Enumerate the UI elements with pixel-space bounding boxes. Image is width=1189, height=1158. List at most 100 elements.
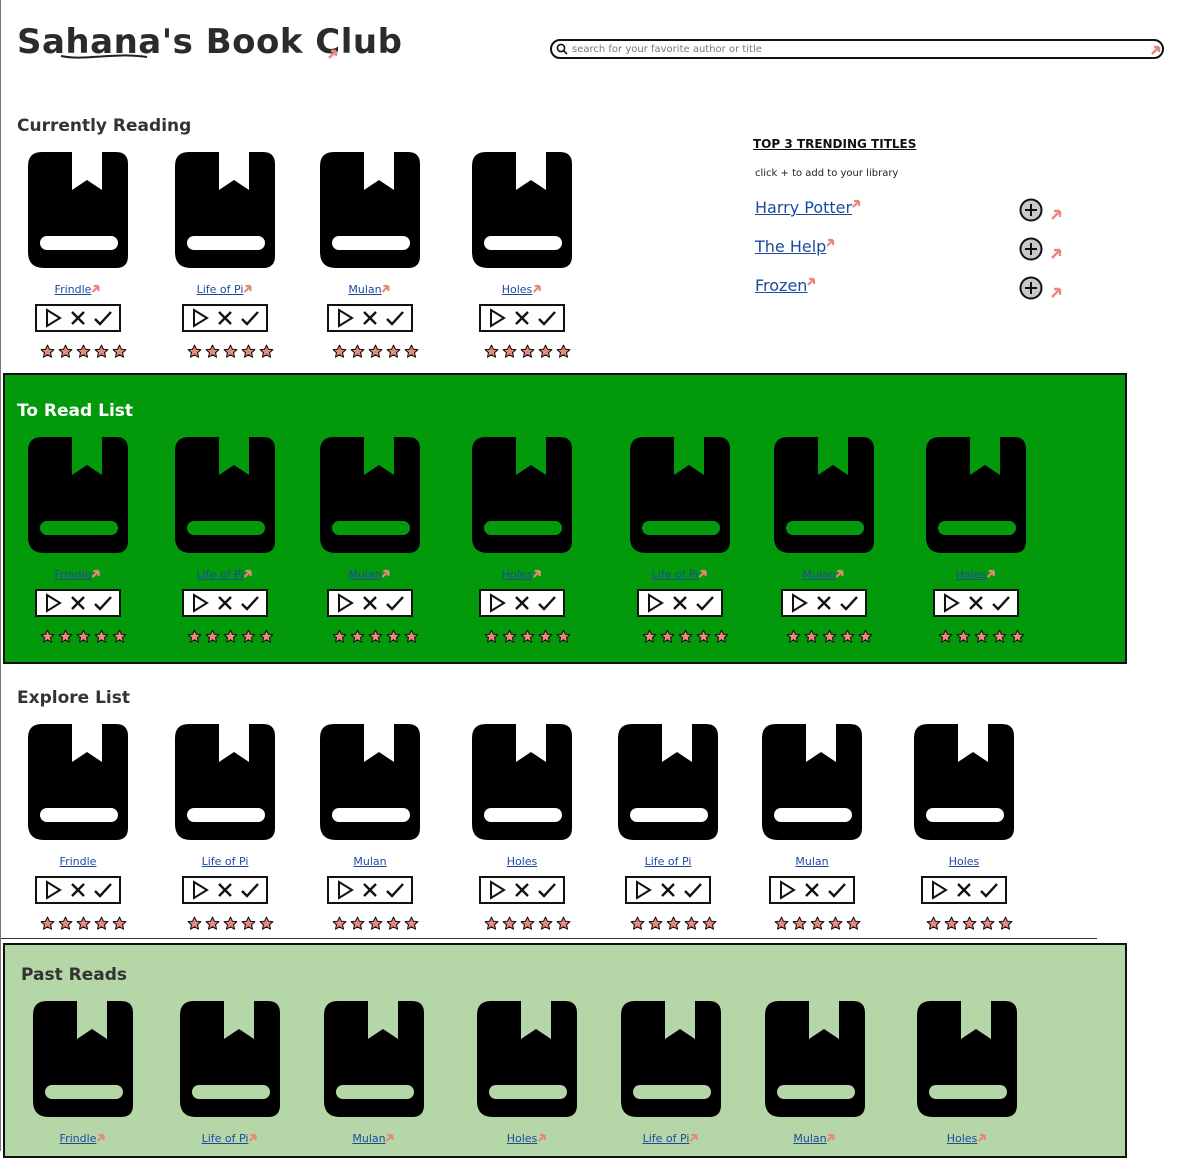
star-icon[interactable] [556, 629, 571, 644]
check-icon[interactable] [93, 593, 113, 613]
star-icon[interactable] [538, 344, 553, 359]
star-icon[interactable] [332, 629, 347, 644]
star-icon[interactable] [502, 916, 517, 931]
x-icon[interactable] [966, 593, 986, 613]
check-icon[interactable] [839, 593, 859, 613]
x-icon[interactable] [215, 880, 235, 900]
star-icon[interactable] [332, 344, 347, 359]
star-icon[interactable] [241, 344, 256, 359]
book-title-link[interactable]: Mulan [795, 855, 828, 868]
x-icon[interactable] [68, 880, 88, 900]
star-icon[interactable] [58, 344, 73, 359]
check-icon[interactable] [683, 880, 703, 900]
star-icon[interactable] [810, 916, 825, 931]
book-title-link[interactable]: Holes [502, 568, 543, 581]
book-title-link[interactable]: Life of Pi [643, 1132, 700, 1145]
star-icon[interactable] [404, 629, 419, 644]
check-icon[interactable] [240, 880, 260, 900]
star-icon[interactable] [40, 916, 55, 931]
book-title-link[interactable]: Holes [956, 568, 997, 581]
book-title-link[interactable]: Holes [507, 1132, 548, 1145]
star-icon[interactable] [205, 629, 220, 644]
star-icon[interactable] [822, 629, 837, 644]
star-icon[interactable] [484, 916, 499, 931]
star-icon[interactable] [502, 344, 517, 359]
star-icon[interactable] [76, 344, 91, 359]
play-icon[interactable] [190, 593, 210, 613]
star-icon[interactable] [332, 916, 347, 931]
x-icon[interactable] [215, 308, 235, 328]
star-icon[interactable] [368, 629, 383, 644]
x-icon[interactable] [512, 880, 532, 900]
trending-title-link[interactable]: The Help [755, 237, 836, 256]
star-icon[interactable] [538, 916, 553, 931]
star-icon[interactable] [112, 916, 127, 931]
star-icon[interactable] [660, 629, 675, 644]
book-title-link[interactable]: Mulan [352, 1132, 395, 1145]
play-icon[interactable] [645, 593, 665, 613]
star-icon[interactable] [696, 629, 711, 644]
check-icon[interactable] [240, 593, 260, 613]
check-icon[interactable] [827, 880, 847, 900]
search-bar[interactable] [550, 39, 1164, 59]
play-icon[interactable] [190, 880, 210, 900]
star-icon[interactable] [630, 916, 645, 931]
book-title-link[interactable]: Mulan [348, 568, 391, 581]
star-icon[interactable] [368, 916, 383, 931]
check-icon[interactable] [537, 593, 557, 613]
x-icon[interactable] [814, 593, 834, 613]
star-icon[interactable] [502, 629, 517, 644]
book-title-link[interactable]: Frindle [60, 1132, 107, 1145]
star-icon[interactable] [962, 916, 977, 931]
star-icon[interactable] [350, 629, 365, 644]
star-icon[interactable] [538, 629, 553, 644]
star-icon[interactable] [223, 344, 238, 359]
star-icon[interactable] [404, 344, 419, 359]
star-icon[interactable] [259, 344, 274, 359]
star-icon[interactable] [792, 916, 807, 931]
check-icon[interactable] [537, 880, 557, 900]
trending-title-link[interactable]: Harry Potter [755, 198, 862, 217]
star-icon[interactable] [956, 629, 971, 644]
check-icon[interactable] [979, 880, 999, 900]
x-icon[interactable] [802, 880, 822, 900]
book-title-link[interactable]: Life of Pi [197, 568, 254, 581]
star-icon[interactable] [786, 629, 801, 644]
star-icon[interactable] [980, 916, 995, 931]
star-icon[interactable] [223, 916, 238, 931]
book-title-link[interactable]: Frindle [55, 568, 102, 581]
star-icon[interactable] [858, 629, 873, 644]
star-icon[interactable] [205, 344, 220, 359]
play-icon[interactable] [335, 593, 355, 613]
star-icon[interactable] [386, 629, 401, 644]
star-icon[interactable] [259, 629, 274, 644]
play-icon[interactable] [929, 880, 949, 900]
x-icon[interactable] [215, 593, 235, 613]
star-icon[interactable] [556, 344, 571, 359]
star-icon[interactable] [241, 916, 256, 931]
plus-circle-icon[interactable] [1019, 237, 1043, 261]
x-icon[interactable] [360, 308, 380, 328]
star-icon[interactable] [187, 916, 202, 931]
star-icon[interactable] [386, 344, 401, 359]
book-title-link[interactable]: Mulan [348, 283, 391, 296]
star-icon[interactable] [386, 916, 401, 931]
book-title-link[interactable]: Life of Pi [202, 855, 249, 868]
play-icon[interactable] [335, 880, 355, 900]
star-icon[interactable] [259, 916, 274, 931]
star-icon[interactable] [714, 629, 729, 644]
check-icon[interactable] [93, 880, 113, 900]
play-icon[interactable] [487, 593, 507, 613]
play-icon[interactable] [941, 593, 961, 613]
plus-circle-icon[interactable] [1019, 276, 1043, 300]
star-icon[interactable] [520, 629, 535, 644]
star-icon[interactable] [40, 629, 55, 644]
check-icon[interactable] [240, 308, 260, 328]
star-icon[interactable] [938, 629, 953, 644]
star-icon[interactable] [58, 916, 73, 931]
book-title-link[interactable]: Holes [947, 1132, 988, 1145]
x-icon[interactable] [68, 308, 88, 328]
star-icon[interactable] [94, 916, 109, 931]
book-title-link[interactable]: Life of Pi [197, 283, 254, 296]
star-icon[interactable] [926, 916, 941, 931]
